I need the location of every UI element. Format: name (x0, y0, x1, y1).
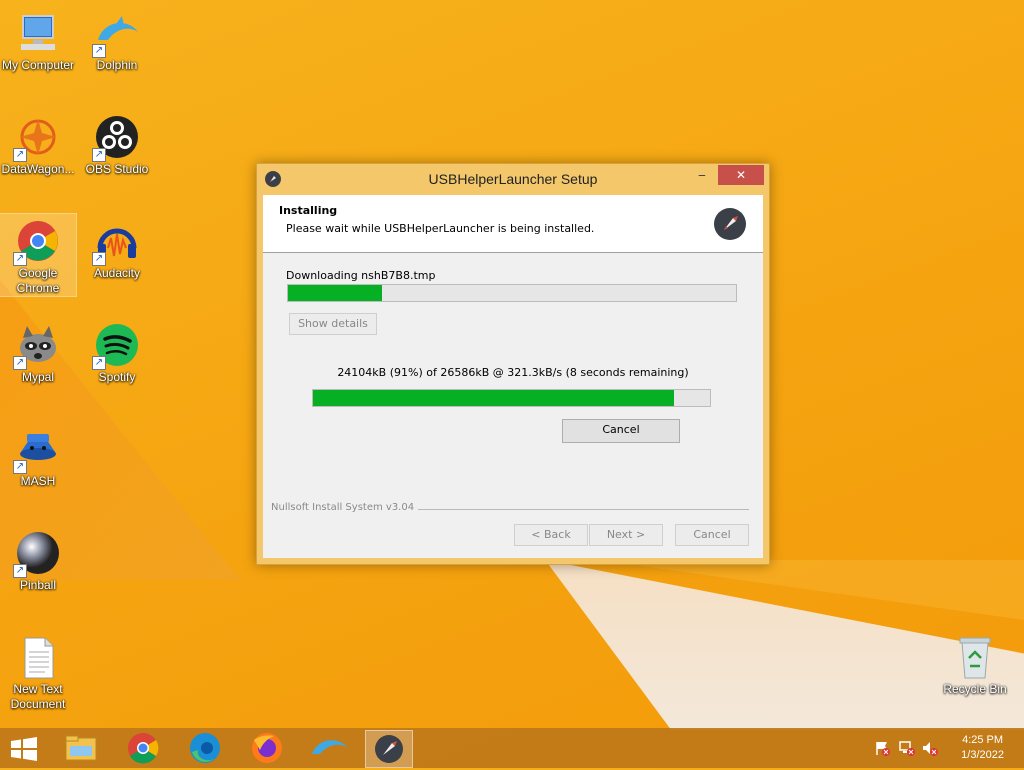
recycle-bin-icon (952, 634, 998, 680)
desktop-icon-label: OBS Studio (85, 162, 149, 176)
chrome-icon: ↗ (13, 218, 61, 266)
shortcut-arrow-icon: ↗ (13, 564, 27, 578)
dolphin-icon[interactable] (306, 730, 352, 766)
desktop-icon-label: New Text Document (10, 682, 66, 711)
desktop-icon-dolphin[interactable]: ↗ Dolphin (79, 6, 155, 73)
desktop-icon-label: DataWagon... (1, 162, 75, 176)
installer-body: Installing Please wait while USBHelperLa… (263, 195, 763, 558)
desktop-icon-label: Pinball (19, 578, 57, 592)
file-explorer-icon[interactable] (58, 730, 104, 766)
desktop-icon-label: My Computer (1, 58, 75, 72)
divider (413, 509, 749, 510)
next-button[interactable]: Next > (589, 524, 663, 546)
usbhelperlauncher-setup-icon[interactable] (365, 730, 413, 768)
desktop-icon-mypal[interactable]: ↗ Mypal (0, 318, 76, 385)
shortcut-arrow-icon: ↗ (92, 44, 106, 58)
edge-icon[interactable] (182, 730, 228, 766)
obs-studio-icon: ↗ (92, 114, 140, 162)
desktop-icon-new-text-document[interactable]: New Text Document (0, 630, 76, 712)
action-center-flag-icon[interactable] (874, 740, 890, 756)
desktop-icon-audacity[interactable]: ↗ Audacity (79, 214, 155, 281)
desktop-icon-recycle-bin[interactable]: Recycle Bin (937, 630, 1013, 697)
shortcut-arrow-icon: ↗ (13, 148, 27, 162)
cancel-button[interactable]: Cancel (675, 524, 749, 546)
clock-date: 1/3/2022 (961, 749, 1004, 761)
computer-icon (15, 10, 61, 56)
progress-fill (288, 285, 383, 301)
datawagon-icon: ↗ (13, 114, 61, 162)
desktop-icon-datawagon[interactable]: ↗ DataWagon... (0, 110, 76, 177)
dolphin-icon: ↗ (92, 10, 140, 58)
shortcut-arrow-icon: ↗ (13, 252, 27, 266)
nsis-branding: Nullsoft Install System v3.04 (271, 502, 419, 513)
desktop-icon-mash[interactable]: ↗ MASH (0, 422, 76, 489)
status-text: Downloading nshB7B8.tmp (286, 269, 436, 282)
back-button[interactable]: < Back (514, 524, 588, 546)
cancel-download-button[interactable]: Cancel (562, 419, 680, 443)
desktop-icon-label: Recycle Bin (943, 682, 1007, 696)
desktop-icon-label: Dolphin (96, 58, 138, 72)
spotify-icon: ↗ (92, 322, 140, 370)
page-subtitle: Please wait while USBHelperLauncher is b… (286, 222, 595, 235)
desktop-icon-my-computer[interactable]: My Computer (0, 6, 76, 73)
installer-window: USBHelperLauncher Setup ‒ ☐ ✕ Installing… (256, 163, 770, 565)
windows-start-icon[interactable] (10, 737, 38, 761)
raccoon-icon: ↗ (13, 322, 61, 370)
shortcut-arrow-icon: ↗ (92, 148, 106, 162)
download-status: 24104kB (91%) of 26586kB @ 321.3kB/s (8 … (337, 366, 689, 379)
title-bar[interactable]: USBHelperLauncher Setup ‒ ☐ ✕ (257, 164, 769, 194)
pinball-icon: ↗ (13, 530, 61, 578)
show-details-button[interactable]: Show details (289, 313, 377, 335)
taskbar: 4:25 PM 1/3/2022 (0, 728, 1024, 768)
download-progress-bar (312, 389, 711, 407)
desktop-icon-label: Audacity (93, 266, 141, 280)
desktop-icon-pinball[interactable]: ↗ Pinball (0, 526, 76, 593)
progress-fill (313, 390, 675, 406)
chrome-icon[interactable] (120, 730, 166, 766)
desktop-icon-label: Spotify (98, 370, 136, 384)
shortcut-arrow-icon: ↗ (13, 460, 27, 474)
installer-header: Installing Please wait while USBHelperLa… (263, 195, 763, 253)
system-clock[interactable]: 4:25 PM 1/3/2022 (961, 733, 1004, 763)
network-icon[interactable] (899, 740, 915, 756)
clock-time: 4:25 PM (962, 734, 1004, 746)
close-button[interactable]: ✕ (718, 165, 764, 185)
shortcut-arrow-icon: ↗ (92, 252, 106, 266)
mash-icon: ↗ (13, 426, 61, 474)
firefox-icon[interactable] (244, 730, 290, 766)
page-title: Installing (279, 204, 338, 217)
overall-progress-bar (287, 284, 737, 302)
volume-muted-icon[interactable] (922, 740, 938, 756)
desktop-icon-google-chrome[interactable]: ↗ Google Chrome (0, 213, 77, 297)
shortcut-arrow-icon: ↗ (92, 356, 106, 370)
minimize-button[interactable]: ‒ (689, 165, 715, 185)
desktop-icon-obs-studio[interactable]: ↗ OBS Studio (79, 110, 155, 177)
desktop-icon-spotify[interactable]: ↗ Spotify (79, 318, 155, 385)
desktop-icon-label: Mypal (21, 370, 54, 384)
audacity-icon: ↗ (92, 218, 140, 266)
rocket-icon (714, 208, 746, 240)
desktop-icon-label: Google Chrome (16, 266, 60, 295)
desktop-icon-label: MASH (20, 474, 56, 488)
shortcut-arrow-icon: ↗ (13, 356, 27, 370)
text-document-icon (15, 634, 61, 680)
